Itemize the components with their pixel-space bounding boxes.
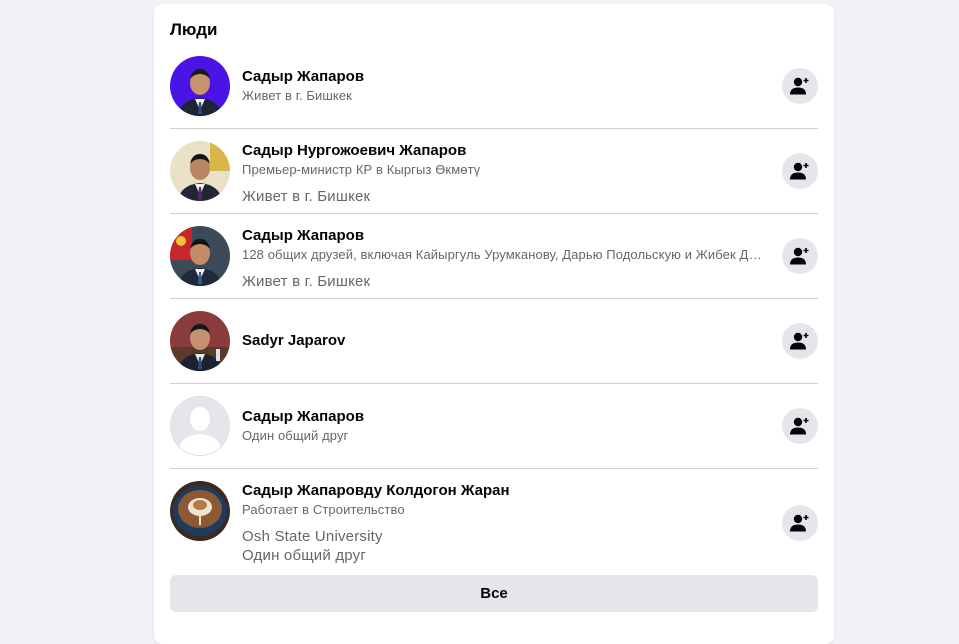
add-friend-button[interactable]: [782, 323, 818, 359]
person-info: Садыр Жапаров 128 общих друзей, включая …: [242, 226, 768, 291]
avatar[interactable]: [170, 56, 230, 116]
person-name[interactable]: Садыр Жапаров: [242, 226, 768, 246]
person-name[interactable]: Садыр Жапаров: [242, 67, 768, 87]
person-info: Садыр Жапаров Один общий друг: [242, 407, 768, 445]
person-name[interactable]: Садыр Нургожоевич Жапаров: [242, 141, 768, 161]
avatar[interactable]: [170, 396, 230, 456]
add-friend-icon: [790, 162, 809, 180]
person-meta: 128 общих друзей, включая Кайыргуль Урум…: [242, 247, 768, 262]
person-meta: Премьер-министр КР в Кыргыз Өкмөтү: [242, 162, 481, 177]
avatar[interactable]: [170, 141, 230, 201]
person-education: Osh State University: [242, 528, 383, 545]
add-friend-icon: [790, 77, 809, 95]
add-friend-button[interactable]: [782, 153, 818, 189]
person-name[interactable]: Садыр Жапаров: [242, 407, 768, 427]
see-all-button[interactable]: Все: [170, 575, 818, 612]
person-result-5[interactable]: Садыр Жапаров Один общий друг: [170, 384, 818, 469]
avatar[interactable]: [170, 226, 230, 286]
section-title: Люди: [170, 20, 218, 39]
coffee-cup-image: [170, 481, 230, 541]
person-result-3[interactable]: Садыр Жапаров 128 общих друзей, включая …: [170, 214, 818, 299]
person-info: Sadyr Japarov: [242, 331, 768, 351]
person-result-6[interactable]: Садыр Жапаровду Колдогон Жаран Работает …: [170, 469, 818, 569]
person-location: Живет в г. Бишкек: [242, 188, 371, 205]
add-friend-button[interactable]: [782, 408, 818, 444]
person-location: Живет в г. Бишкек: [242, 273, 371, 290]
person-name[interactable]: Sadyr Japarov: [242, 331, 768, 351]
add-friend-button[interactable]: [782, 238, 818, 274]
avatar[interactable]: [170, 481, 230, 541]
person-name[interactable]: Садыр Жапаровду Колдогон Жаран: [242, 481, 768, 501]
person-result-4[interactable]: Sadyr Japarov: [170, 299, 818, 384]
people-results-card: Люди Садыр Жапаров Живет в г. Бишкек Сад…: [154, 4, 834, 644]
person-meta: Один общий друг: [242, 428, 349, 443]
person-info: Садыр Жапаров Живет в г. Бишкек: [242, 67, 768, 105]
person-work: Работает в Строительство: [242, 502, 405, 517]
add-friend-button[interactable]: [782, 505, 818, 541]
default-avatar-icon: [171, 397, 229, 455]
add-friend-icon: [790, 514, 809, 532]
person-result-2[interactable]: Садыр Нургожоевич Жапаров Премьер-минист…: [170, 129, 818, 214]
add-friend-icon: [790, 247, 809, 265]
add-friend-icon: [790, 417, 809, 435]
add-friend-button[interactable]: [782, 68, 818, 104]
person-meta: Живет в г. Бишкек: [242, 88, 352, 103]
person-result-1[interactable]: Садыр Жапаров Живет в г. Бишкек: [170, 44, 818, 129]
add-friend-icon: [790, 332, 809, 350]
person-info: Садыр Нургожоевич Жапаров Премьер-минист…: [242, 141, 768, 206]
person-info: Садыр Жапаровду Колдогон Жаран Работает …: [242, 481, 768, 565]
person-mutual-friends: Один общий друг: [242, 547, 367, 564]
avatar[interactable]: [170, 311, 230, 371]
